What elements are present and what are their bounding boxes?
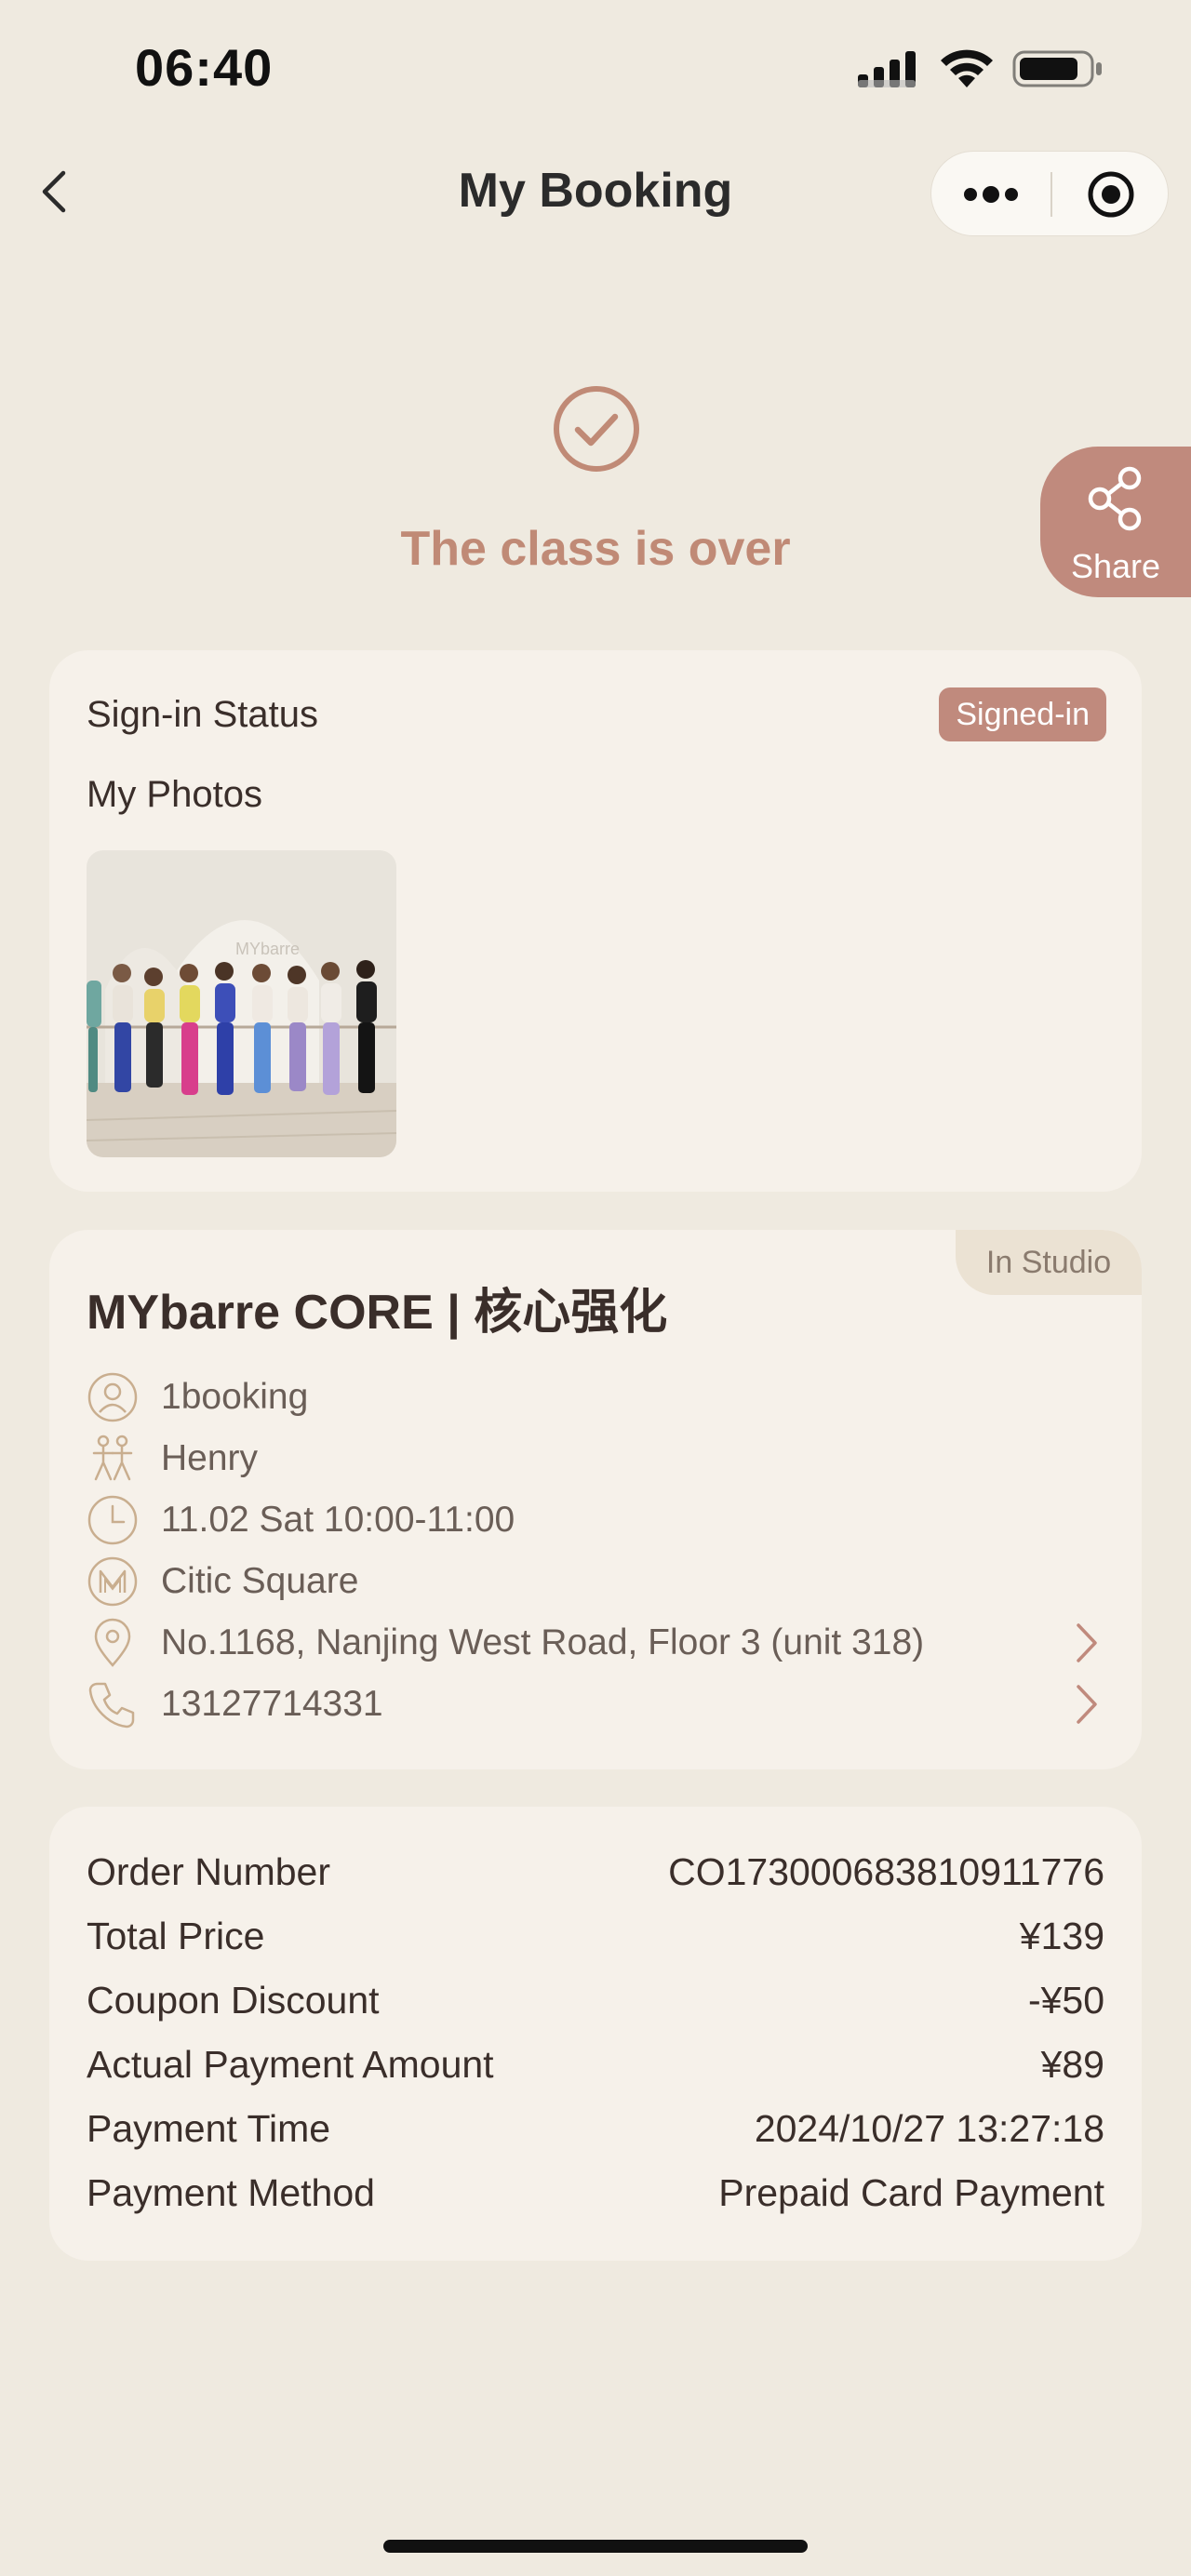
payment-method-label: Payment Method (87, 2170, 375, 2214)
studio-name: Citic Square (161, 1561, 359, 1601)
battery-icon (1012, 50, 1102, 87)
more-dots-icon (964, 186, 1018, 203)
studio-logo-icon (87, 1556, 138, 1607)
payment-time-label: Payment Time (87, 2106, 331, 2150)
user-icon (87, 1372, 138, 1422)
in-studio-tag: In Studio (956, 1230, 1142, 1295)
chevron-right-icon[interactable] (1067, 1681, 1104, 1728)
class-title: MYbarre CORE | 核心强化 (87, 1286, 668, 1340)
order-number-value: CO173000683810911776 (668, 1849, 1104, 1893)
class-status-text: The class is over (400, 522, 791, 576)
booking-type-text: 1booking (161, 1377, 309, 1417)
actual-payment-row: Actual Payment Amount ¥89 (87, 2036, 1104, 2092)
payment-time-row: Payment Time 2024/10/27 13:27:18 (87, 2101, 1104, 2156)
target-circle-icon (1088, 171, 1134, 218)
wifi-icon (941, 49, 993, 87)
more-menu-button[interactable] (931, 152, 1050, 237)
class-time: 11.02 Sat 10:00-11:00 (161, 1500, 515, 1540)
instructor-icon (92, 1435, 133, 1481)
clock-icon (87, 1495, 138, 1545)
photo-watermark: MYbarre (235, 940, 300, 958)
payment-method-row: Payment Method Prepaid Card Payment (87, 2165, 1104, 2221)
payment-method-value: Prepaid Card Payment (718, 2170, 1104, 2214)
address-row[interactable]: No.1168, Nanjing West Road, Floor 3 (uni… (87, 1615, 1104, 1671)
phone-number: 13127714331 (161, 1684, 383, 1724)
address-text: No.1168, Nanjing West Road, Floor 3 (uni… (161, 1622, 925, 1662)
total-price-label: Total Price (87, 1914, 265, 1957)
class-photo-image: MYbarre (87, 850, 396, 1157)
share-button[interactable]: Share (1040, 447, 1191, 597)
payment-time-value: 2024/10/27 13:27:18 (754, 2106, 1104, 2150)
coupon-discount-row: Coupon Discount -¥50 (87, 1972, 1104, 2028)
coupon-discount-label: Coupon Discount (87, 1978, 380, 2022)
order-number-label: Order Number (87, 1849, 331, 1893)
status-bar: 06:40 (0, 0, 1191, 140)
phone-row[interactable]: 13127714331 (87, 1676, 1104, 1732)
total-price-value: ¥139 (1019, 1914, 1104, 1957)
status-badge: Signed-in (939, 687, 1106, 741)
signin-status-label: Sign-in Status (87, 694, 319, 735)
home-indicator[interactable] (383, 2540, 808, 2553)
cellular-signal-icon (858, 51, 916, 87)
actual-payment-label: Actual Payment Amount (87, 2042, 494, 2086)
phone-icon (88, 1682, 135, 1728)
booking-type-row: 1booking (87, 1369, 1104, 1425)
status-time: 06:40 (135, 38, 274, 97)
class-photo-thumbnail[interactable]: MYbarre (87, 850, 396, 1157)
coupon-discount-value: -¥50 (1027, 1978, 1104, 2022)
chevron-right-icon[interactable] (1067, 1620, 1104, 1666)
share-label: Share (1070, 547, 1161, 585)
my-photos-label: My Photos (87, 774, 262, 815)
order-info-card: Order Number CO173000683810911776 Total … (49, 1807, 1142, 2261)
share-icon (1088, 466, 1142, 531)
class-info-card: In Studio MYbarre CORE | 核心强化 1booking H… (49, 1230, 1142, 1769)
instructor-name: Henry (161, 1438, 259, 1478)
close-mini-program-button[interactable] (1052, 152, 1170, 237)
check-circle-icon (554, 386, 639, 472)
signin-card: Sign-in Status Signed-in My Photos MYbar… (49, 650, 1142, 1192)
order-number-row: Order Number CO173000683810911776 (87, 1844, 1104, 1900)
actual-payment-value: ¥89 (1040, 2042, 1104, 2086)
mini-program-capsule (930, 151, 1169, 236)
location-pin-icon (94, 1618, 131, 1667)
time-row: 11.02 Sat 10:00-11:00 (87, 1492, 1104, 1548)
total-price-row: Total Price ¥139 (87, 1908, 1104, 1964)
instructor-row: Henry (87, 1431, 1104, 1487)
studio-row: Citic Square (87, 1554, 1104, 1609)
